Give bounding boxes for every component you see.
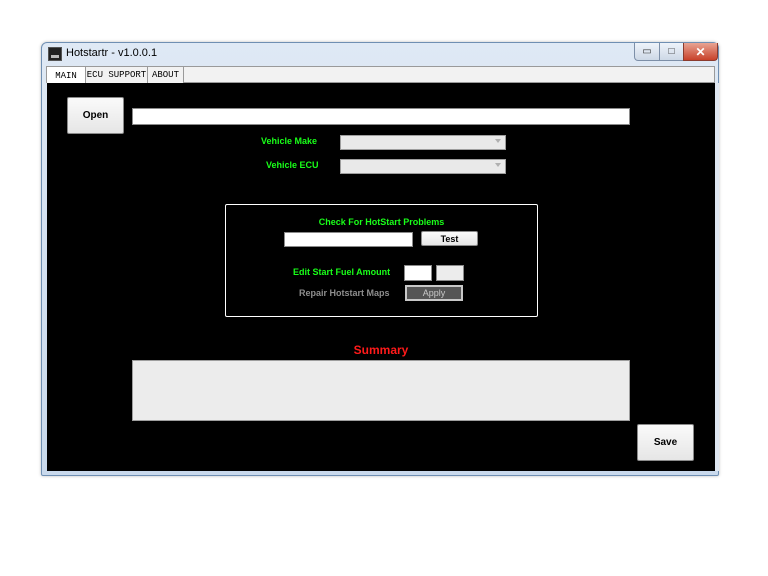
close-icon: ✕ [695, 44, 706, 59]
maximize-icon: □ [668, 46, 675, 57]
maximize-button[interactable]: □ [659, 43, 684, 61]
check-hotstart-label: Check For HotStart Problems [318, 217, 445, 227]
chevron-down-icon [495, 139, 501, 143]
save-button[interactable]: Save [637, 424, 694, 461]
summary-textbox[interactable] [132, 360, 630, 421]
tab-main[interactable]: MAIN [47, 67, 86, 84]
open-button[interactable]: Open [67, 97, 124, 134]
vehicle-make-label: Vehicle Make [261, 136, 318, 146]
title-bar[interactable]: Hotstartr - v1.0.0.1 ▭ □ ✕ [42, 43, 718, 65]
edit-fuel-label: Edit Start Fuel Amount [293, 267, 391, 277]
vehicle-ecu-label: Vehicle ECU [266, 160, 319, 170]
vehicle-make-select[interactable] [340, 135, 506, 150]
chevron-down-icon [495, 163, 501, 167]
vehicle-ecu-select[interactable] [340, 159, 506, 174]
test-button[interactable]: Test [421, 231, 478, 246]
check-result-input[interactable] [284, 232, 413, 247]
tab-ecu-support[interactable]: ECU SUPPORT [86, 67, 148, 83]
file-path-input[interactable] [132, 108, 630, 125]
apply-button[interactable]: Apply [405, 285, 463, 301]
tab-about[interactable]: ABOUT [148, 67, 184, 83]
window-title: Hotstartr - v1.0.0.1 [66, 47, 158, 59]
fuel-amount-input-2[interactable] [436, 265, 464, 281]
app-window: Hotstartr - v1.0.0.1 ▭ □ ✕ MAIN ECU SUPP… [41, 42, 719, 476]
tab-strip: MAIN ECU SUPPORT ABOUT [46, 66, 715, 84]
repair-maps-label: Repair Hotstart Maps [299, 288, 390, 298]
app-icon [48, 47, 62, 61]
minimize-button[interactable]: ▭ [634, 43, 660, 61]
minimize-icon: ▭ [642, 46, 652, 57]
fuel-amount-input-1[interactable] [404, 265, 432, 281]
hotstart-group: Check For HotStart Problems Test Edit St… [225, 204, 538, 317]
close-button[interactable]: ✕ [683, 43, 718, 61]
window-frame-right [715, 83, 719, 471]
main-panel: Open Vehicle Make Vehicle ECU Check For … [47, 83, 715, 471]
summary-title: Summary [353, 343, 409, 357]
